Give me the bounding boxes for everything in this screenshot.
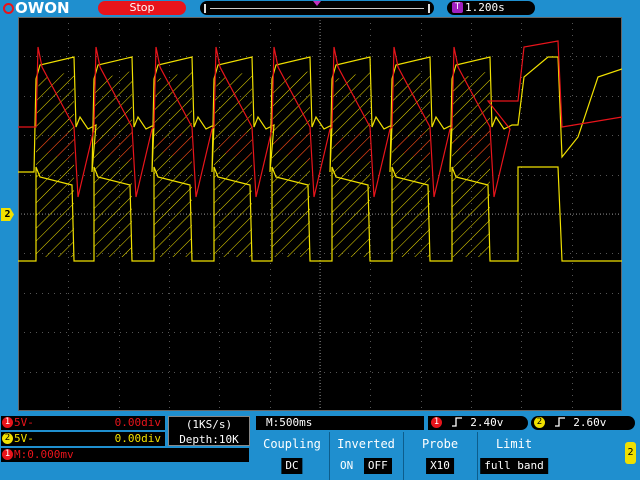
- ch2-scale: 5V-: [14, 432, 34, 445]
- brand-logo: OWON: [3, 0, 70, 16]
- probe-softkey[interactable]: Probe X10: [404, 432, 478, 480]
- math-badge-icon: 1: [2, 449, 13, 460]
- pulse-8-fill: [452, 71, 490, 257]
- position-track: [210, 8, 424, 9]
- probe-value: X10: [426, 458, 454, 474]
- left-bracket: [204, 4, 206, 13]
- waveform-canvas: [18, 17, 622, 411]
- ch2-trigger-level: 2.60v: [573, 416, 607, 429]
- menu-channel-indicator: 2: [625, 442, 636, 464]
- ch1-trigger-info[interactable]: 1 2.40v: [428, 416, 528, 430]
- timebase-readout[interactable]: M:500ms: [256, 416, 424, 430]
- coupling-softkey[interactable]: Coupling DC: [256, 432, 330, 480]
- ch2-info[interactable]: 2 5V- 0.00div: [1, 432, 165, 446]
- acquisition-info: (1KS/s) Depth:10K: [168, 416, 250, 446]
- math-label: M:: [14, 448, 28, 461]
- waveform-display[interactable]: [18, 17, 622, 411]
- inverted-options: ON OFF: [336, 458, 396, 474]
- trigger-time-icon: T: [452, 2, 463, 13]
- inverted-label: Inverted: [337, 437, 395, 451]
- inverted-softkey[interactable]: Inverted ON OFF: [330, 432, 404, 480]
- trigger-time-value: 1.200s: [465, 1, 505, 14]
- inverted-on-option[interactable]: ON: [336, 458, 357, 474]
- pulse-1-fill: [36, 71, 74, 257]
- coupling-value: DC: [281, 458, 303, 474]
- math-info[interactable]: 1 M:0.000mv: [1, 448, 249, 462]
- top-status-bar: OWON Stop T 1.200s: [0, 0, 640, 16]
- ch2-trigger-badge-icon: 2: [534, 417, 545, 428]
- inverted-off-option[interactable]: OFF: [363, 458, 392, 474]
- ch1-info[interactable]: 1 5V- 0.00div: [1, 416, 165, 430]
- coupling-label: Coupling: [263, 437, 321, 451]
- ch1-scale: 5V-: [14, 416, 34, 429]
- channel-softkey-menu: Coupling DC Inverted ON OFF Probe X10 Li…: [256, 432, 624, 480]
- ch1-badge-icon: 1: [2, 417, 13, 428]
- right-bracket: [428, 4, 430, 13]
- ch2-position-marker[interactable]: 2: [1, 208, 14, 221]
- pulse-3-fill: [154, 71, 192, 257]
- pulse-7-fill: [392, 71, 430, 257]
- logo-ring-icon: [3, 3, 14, 14]
- limit-value: full band: [480, 458, 548, 474]
- pulse-5-fill: [272, 71, 310, 257]
- memory-position-bar[interactable]: [200, 1, 434, 15]
- ch1-trigger-badge-icon: 1: [431, 417, 442, 428]
- ch1-offset: 0.00div: [114, 416, 161, 429]
- ch2-offset: 0.00div: [114, 432, 161, 445]
- math-value: 0.000mv: [27, 448, 74, 461]
- sample-rate: (1KS/s): [185, 418, 233, 431]
- memory-depth: Depth:10K: [179, 433, 239, 446]
- pulse-6-fill: [332, 71, 370, 257]
- rising-edge-icon: [451, 417, 462, 427]
- pulse-2-fill: [94, 71, 132, 257]
- ch1-trigger-level: 2.40v: [470, 416, 504, 429]
- limit-softkey[interactable]: Limit full band: [478, 432, 550, 480]
- ch2-badge-icon: 2: [2, 433, 13, 444]
- ch2-trigger-info[interactable]: 2 2.60v: [531, 416, 635, 430]
- trigger-time-readout: T 1.200s: [447, 1, 535, 15]
- trigger-position-marker-icon: [313, 1, 321, 6]
- rising-edge-icon: [554, 417, 565, 427]
- limit-label: Limit: [495, 437, 533, 451]
- run-stop-status[interactable]: Stop: [98, 1, 186, 15]
- pulse-4-fill: [214, 71, 252, 257]
- probe-label: Probe: [421, 437, 459, 451]
